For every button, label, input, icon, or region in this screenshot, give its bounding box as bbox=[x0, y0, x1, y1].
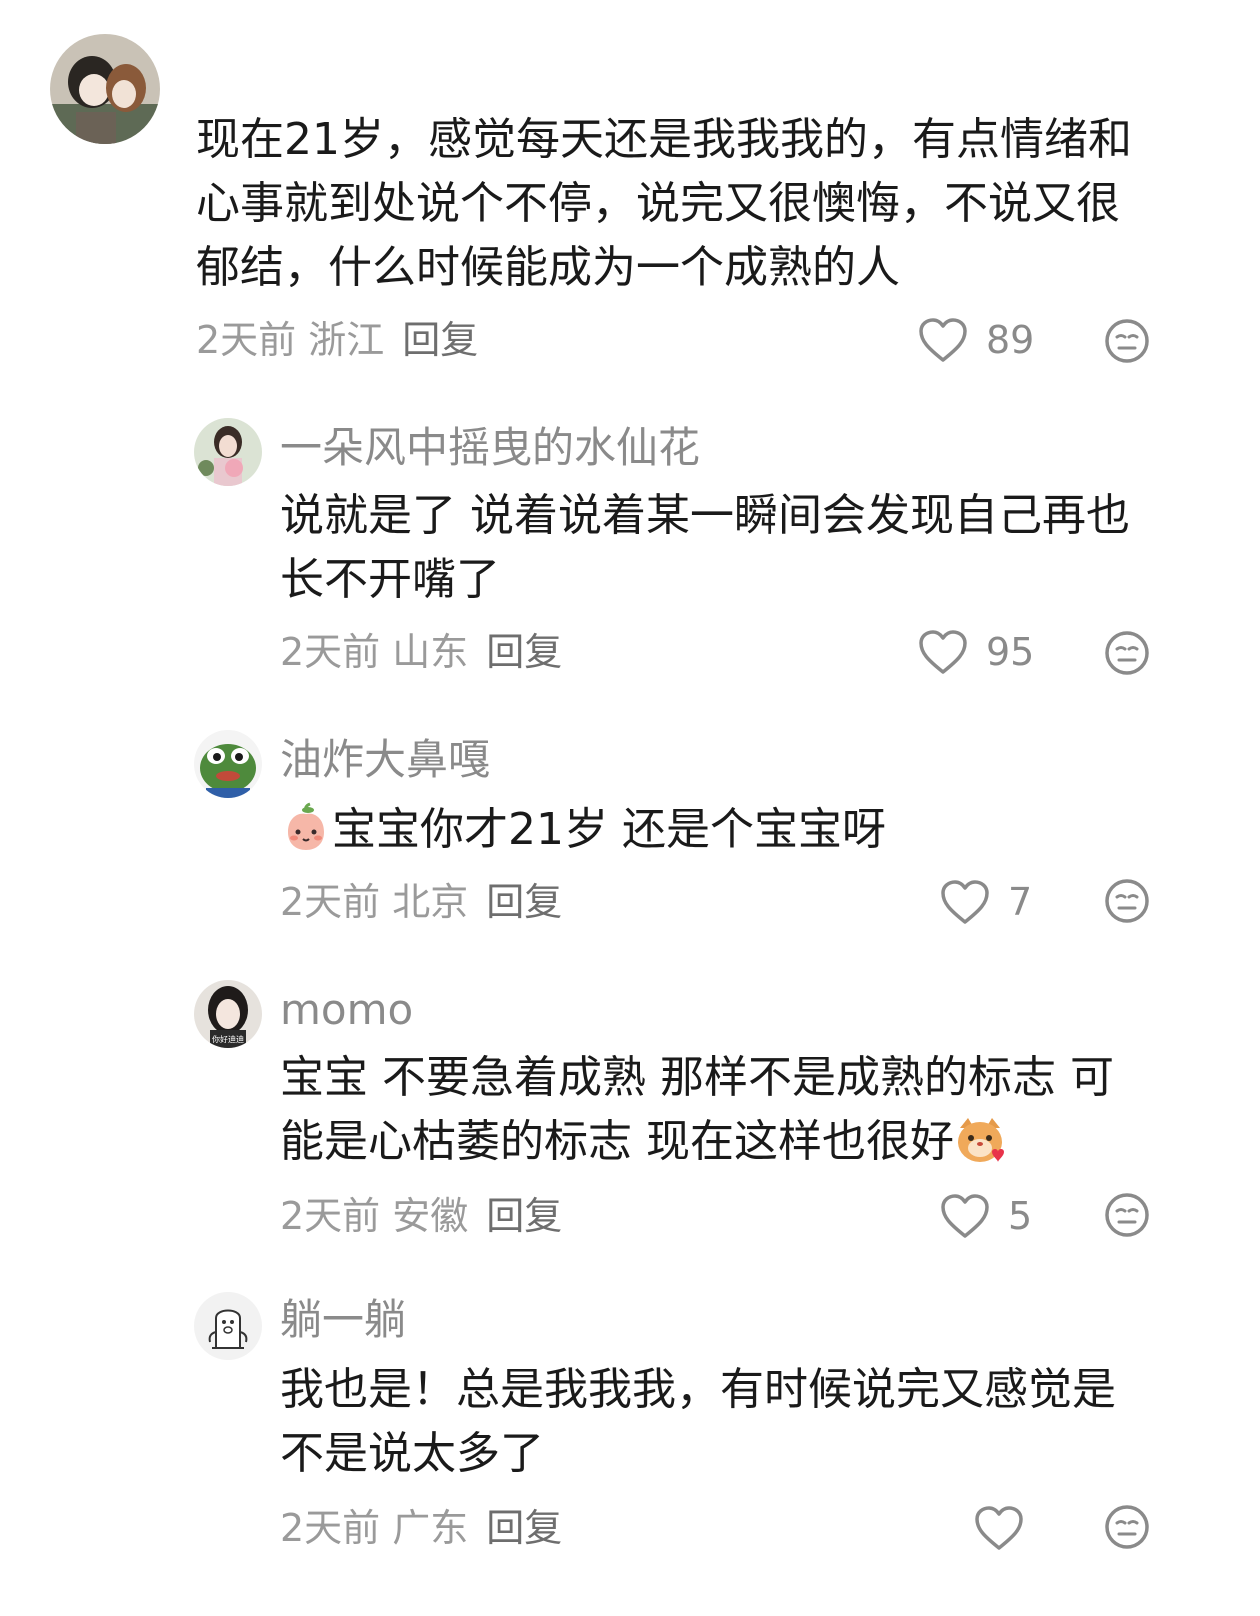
dislike-button[interactable] bbox=[1104, 318, 1150, 364]
comment-1: 现在21岁，感觉每天还是我我我的，有点情绪和心事就到处说个不停，说完又很懊悔，不… bbox=[0, 0, 1260, 380]
comment-3: 油炸大鼻嘎 宝宝你才21岁 还是个宝宝呀 2天前 北京 回复 7 bbox=[0, 712, 1260, 962]
comment-time: 2天前 bbox=[280, 1194, 381, 1238]
avatar[interactable] bbox=[194, 730, 262, 798]
avatar[interactable]: 你好迪迪 bbox=[194, 980, 262, 1048]
reply-button[interactable]: 回复 bbox=[402, 318, 478, 362]
comment-time: 2天前 bbox=[196, 318, 297, 362]
comment-meta: 2天前 安徽 回复 bbox=[280, 1192, 562, 1240]
like-button[interactable]: 89 bbox=[918, 312, 1034, 368]
like-count: 7 bbox=[1008, 880, 1033, 924]
woman-with-flowers-avatar-icon bbox=[194, 418, 262, 486]
like-count: 89 bbox=[986, 318, 1035, 362]
reply-button[interactable]: 回复 bbox=[486, 630, 562, 674]
comment-text-line-2: 能是心枯萎的标志 现在这样也很好 bbox=[280, 1116, 954, 1167]
comment-location: 安徽 bbox=[392, 1194, 469, 1238]
green-frog-avatar-icon bbox=[194, 730, 262, 798]
neutral-face-icon bbox=[1105, 631, 1149, 675]
dislike-button[interactable] bbox=[1104, 630, 1150, 676]
avatar[interactable] bbox=[194, 418, 262, 486]
like-count: 5 bbox=[1008, 1194, 1033, 1238]
comment-meta: 2天前 浙江 回复 bbox=[196, 316, 478, 364]
cat-heart-emoji-icon bbox=[954, 1114, 1006, 1166]
reply-button[interactable]: 回复 bbox=[486, 1506, 562, 1550]
like-button[interactable]: 7 bbox=[940, 874, 1032, 930]
avatar[interactable] bbox=[194, 1292, 262, 1360]
dislike-button[interactable] bbox=[1104, 1504, 1150, 1550]
comment-meta: 2天前 山东 回复 bbox=[280, 628, 562, 676]
comment-4: 你好迪迪 momo 宝宝 不要急着成熟 那样不是成熟的标志 可 能是心枯萎的标志… bbox=[0, 966, 1260, 1266]
reply-button[interactable]: 回复 bbox=[486, 1194, 562, 1238]
like-button[interactable]: 95 bbox=[918, 624, 1034, 680]
comment-location: 山东 bbox=[392, 630, 469, 674]
like-button[interactable] bbox=[974, 1500, 1042, 1556]
comment-location: 浙江 bbox=[308, 318, 385, 362]
comment-location: 北京 bbox=[392, 880, 469, 924]
like-count: 95 bbox=[986, 630, 1035, 674]
comment-text-block: 宝宝 不要急着成熟 那样不是成熟的标志 可 能是心枯萎的标志 现在这样也很好 bbox=[280, 1046, 1180, 1174]
peach-face-emoji-icon bbox=[280, 802, 332, 854]
username[interactable]: 一朵风中摇曳的水仙花 bbox=[280, 422, 700, 474]
heart-outline-icon bbox=[919, 318, 967, 362]
comment-location: 广东 bbox=[392, 1506, 469, 1550]
like-button[interactable]: 5 bbox=[940, 1188, 1032, 1244]
comment-text-line-1: 宝宝 不要急着成熟 那样不是成熟的标志 可 bbox=[280, 1052, 1114, 1103]
username[interactable]: momo bbox=[280, 984, 413, 1036]
neutral-face-icon bbox=[1105, 1193, 1149, 1237]
comment-5: 躺一躺 我也是！总是我我我，有时候说完又感觉是不是说太多了 2天前 广东 回复 bbox=[0, 1280, 1260, 1616]
comment-time: 2天前 bbox=[280, 880, 381, 924]
comment-text: 现在21岁，感觉每天还是我我我的，有点情绪和心事就到处说个不停，说完又很懊悔，不… bbox=[196, 114, 1132, 293]
neutral-face-icon bbox=[1105, 879, 1149, 923]
comment-time: 2天前 bbox=[280, 1506, 381, 1550]
comment-time: 2天前 bbox=[280, 630, 381, 674]
heart-outline-icon bbox=[919, 630, 967, 674]
comment-text-line: 宝宝你才21岁 还是个宝宝呀 bbox=[280, 798, 1160, 862]
neutral-face-icon bbox=[1105, 1505, 1149, 1549]
username[interactable]: 油炸大鼻嘎 bbox=[280, 734, 490, 786]
comment-text-line-2-wrap: 能是心枯萎的标志 现在这样也很好 bbox=[280, 1110, 1180, 1174]
avatar[interactable] bbox=[50, 34, 160, 144]
comment-2: 一朵风中摇曳的水仙花 说就是了 说着说着某一瞬间会发现自己再也长不开嘴了 2天前… bbox=[0, 400, 1260, 700]
avatar-caption: 你好迪迪 bbox=[212, 1034, 244, 1044]
girl-portrait-avatar-icon: 你好迪迪 bbox=[194, 980, 262, 1048]
neutral-face-icon bbox=[1105, 319, 1149, 363]
heart-outline-icon bbox=[941, 1194, 989, 1238]
comment-text: 说就是了 说着说着某一瞬间会发现自己再也长不开嘴了 bbox=[280, 490, 1130, 605]
reply-button[interactable]: 回复 bbox=[486, 880, 562, 924]
dislike-button[interactable] bbox=[1104, 1192, 1150, 1238]
comment-text: 宝宝你才21岁 还是个宝宝呀 bbox=[332, 804, 886, 855]
anime-girls-avatar-icon bbox=[50, 34, 160, 144]
username[interactable]: 躺一躺 bbox=[280, 1294, 406, 1346]
dislike-button[interactable] bbox=[1104, 878, 1150, 924]
cartoon-doodle-avatar-icon bbox=[194, 1292, 262, 1360]
comment-text: 我也是！总是我我我，有时候说完又感觉是不是说太多了 bbox=[280, 1364, 1116, 1479]
comment-meta: 2天前 北京 回复 bbox=[280, 878, 562, 926]
heart-outline-icon bbox=[975, 1506, 1023, 1550]
comment-meta: 2天前 广东 回复 bbox=[280, 1504, 562, 1552]
heart-outline-icon bbox=[941, 880, 989, 924]
